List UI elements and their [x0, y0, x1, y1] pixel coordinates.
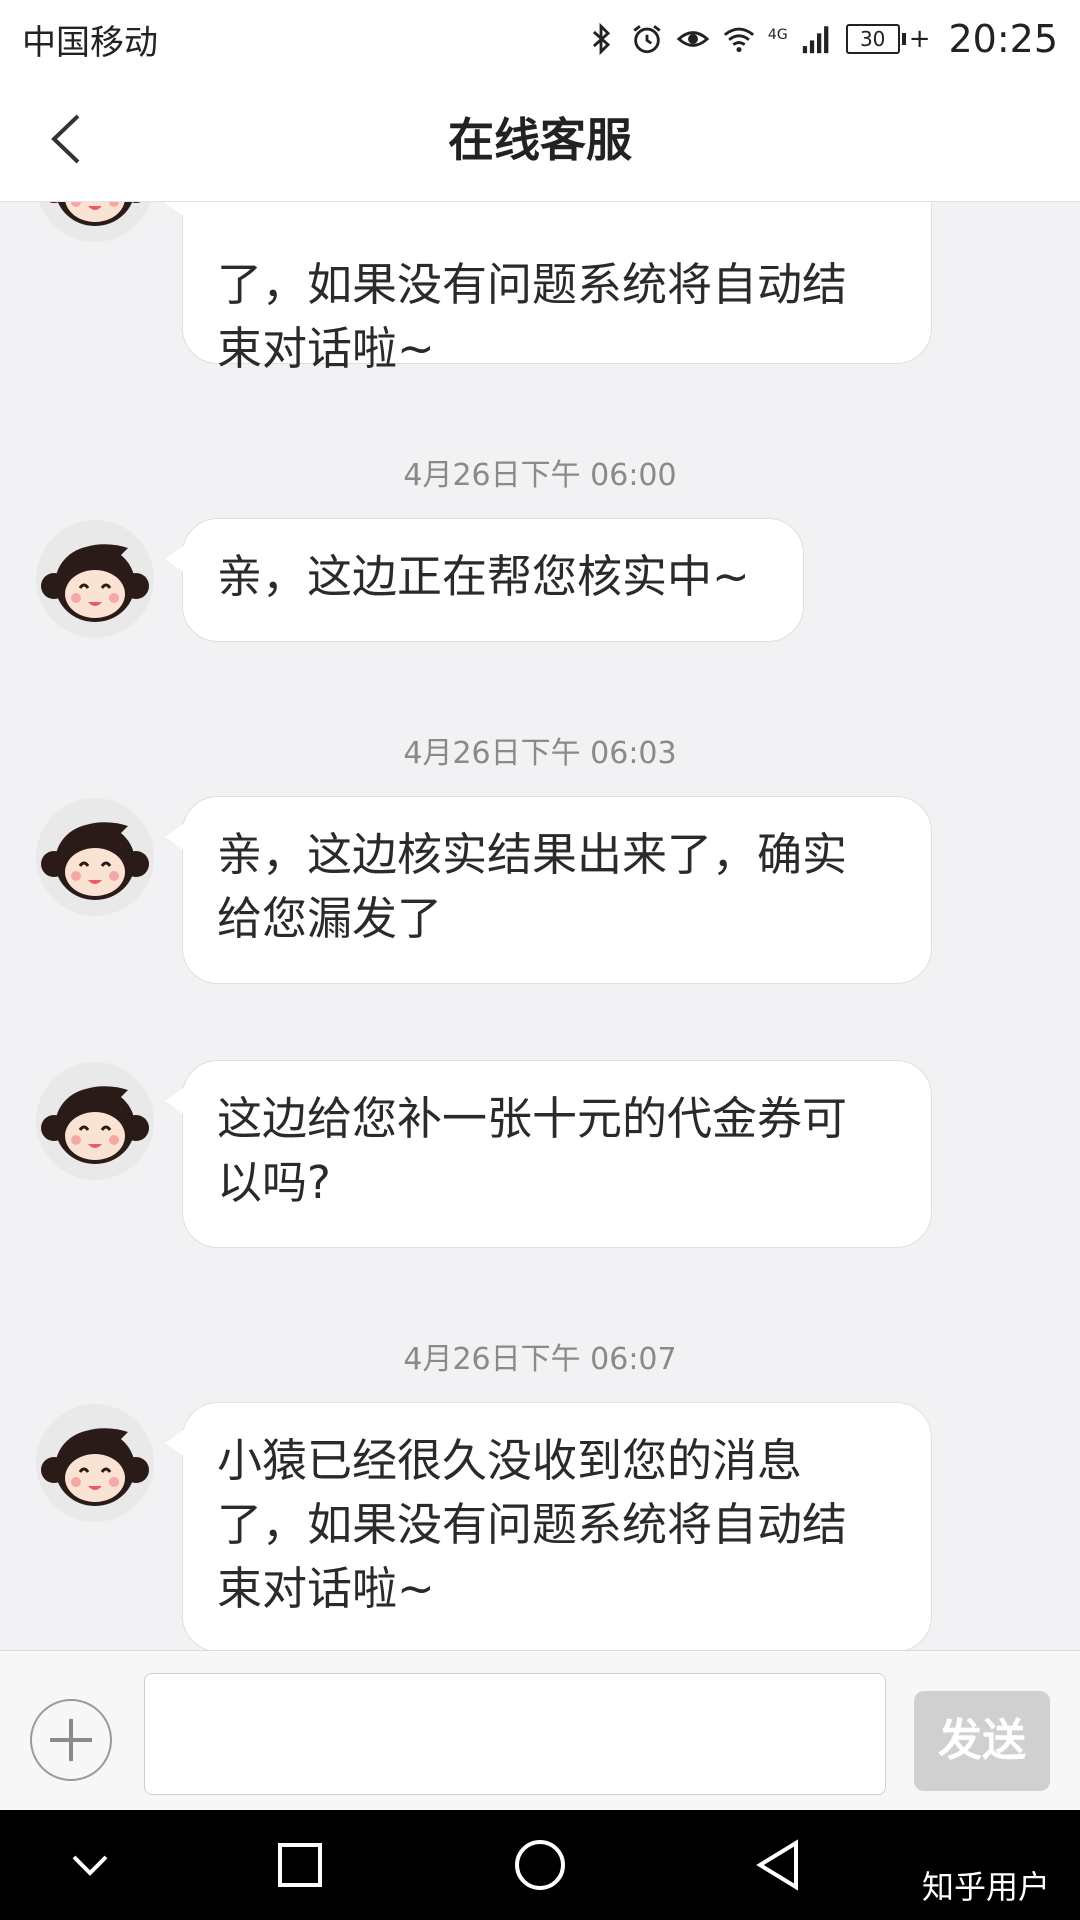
- message-text: 小猿已经很久没收到您的消息 了，如果没有问题系统将自动结 束对话啦~: [217, 1434, 848, 1615]
- signal-icon: [802, 26, 829, 54]
- message-bubble: 亲，这边核实结果出来了，确实 给您漏发了: [165, 796, 932, 984]
- triangle-back-icon[interactable]: [750, 1835, 810, 1895]
- message-bubble: 了，如果没有问题系统将自动结 束对话啦~: [165, 202, 932, 375]
- chat-area[interactable]: 了，如果没有问题系统将自动结 束对话啦~ 4月26日下午 06:00 亲，这边正…: [0, 202, 1080, 1650]
- monkey-icon: [41, 544, 149, 622]
- chevron-down-icon[interactable]: [60, 1835, 120, 1895]
- monkey-icon: [41, 1086, 149, 1164]
- message-bubble: 这边给您补一张十元的代金券可 以吗?: [165, 1060, 932, 1248]
- agent-avatar: [36, 520, 154, 638]
- watermark: 知乎用户: [921, 1868, 1050, 1906]
- status-time: 20:25: [948, 17, 1058, 61]
- navigation-bar: 知乎用户: [0, 1810, 1080, 1920]
- battery-icon: 30 +: [845, 24, 931, 54]
- charging-icon: +: [908, 24, 931, 54]
- plus-icon: [50, 1719, 92, 1761]
- message-timestamp: 4月26日下午 06:03: [403, 736, 677, 771]
- eye-icon: [676, 31, 710, 47]
- status-icons: 4G 30 + 20:25: [584, 17, 1058, 61]
- monkey-icon: [41, 822, 149, 900]
- message-bubble: 亲，这边正在帮您核实中~: [165, 518, 804, 642]
- wifi-icon: [723, 27, 754, 53]
- message-timestamp: 4月26日下午 06:07: [403, 1342, 677, 1377]
- monkey-icon: [41, 1428, 149, 1506]
- input-bar: 发送: [0, 1650, 1080, 1810]
- agent-avatar: [36, 1404, 154, 1522]
- message-input[interactable]: [144, 1673, 886, 1795]
- message-timestamp: 4月26日下午 06:00: [403, 458, 677, 493]
- network-type: 4G: [767, 27, 788, 43]
- message-text: 亲，这边正在帮您核实中~: [217, 550, 750, 603]
- agent-avatar: [36, 202, 154, 242]
- circle-icon[interactable]: [510, 1835, 570, 1895]
- agent-avatar: [36, 1062, 154, 1180]
- agent-avatar: [36, 798, 154, 916]
- battery-level: 30: [845, 24, 900, 54]
- carrier-label: 中国移动: [22, 22, 158, 63]
- page-title: 在线客服: [448, 113, 632, 167]
- bluetooth-icon: [592, 22, 611, 56]
- monkey-icon: [49, 202, 141, 226]
- message-text: 亲，这边核实结果出来了，确实 给您漏发了: [217, 828, 848, 945]
- alarm-icon: [633, 25, 661, 54]
- message-text: 这边给您补一张十元的代金券可 以吗?: [217, 1092, 848, 1209]
- send-button[interactable]: 发送: [914, 1691, 1050, 1791]
- square-icon[interactable]: [270, 1835, 330, 1895]
- message-text: 了，如果没有问题系统将自动结 束对话啦~: [217, 258, 848, 375]
- header: 在线客服: [0, 78, 1080, 202]
- status-bar: 中国移动 4G 30 + 20:25: [0, 0, 1080, 78]
- message-bubble: 小猿已经很久没收到您的消息 了，如果没有问题系统将自动结 束对话啦~: [165, 1402, 932, 1650]
- plus-button[interactable]: [30, 1699, 112, 1781]
